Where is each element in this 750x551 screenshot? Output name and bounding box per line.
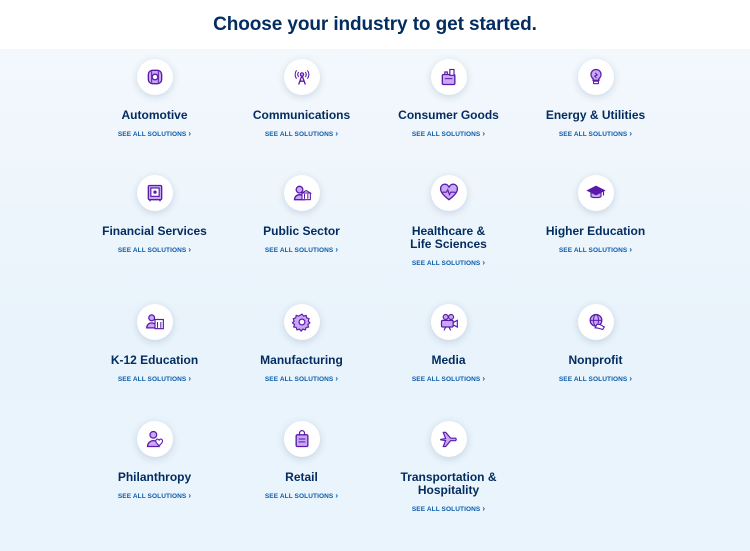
see-all-solutions-link[interactable]: SEE ALL SOLUTIONS › [118, 129, 191, 138]
industry-name: Higher Education [545, 224, 646, 238]
see-all-solutions-link[interactable]: SEE ALL SOLUTIONS › [118, 491, 191, 500]
industry-tile-communications[interactable]: Communications SEE ALL SOLUTIONS › [228, 59, 375, 141]
industry-name: Financial Services [102, 224, 207, 238]
chevron-right-icon: › [188, 129, 192, 138]
chevron-right-icon: › [482, 374, 486, 383]
industry-tile-energy-utilities[interactable]: Energy & Utilities SEE ALL SOLUTIONS › [522, 59, 669, 141]
link-label: SEE ALL SOLUTIONS [264, 247, 334, 254]
link-label: SEE ALL SOLUTIONS [411, 506, 481, 513]
link-label: SEE ALL SOLUTIONS [558, 247, 628, 254]
industry-name: Public Sector [263, 224, 340, 238]
industry-grid: Automotive SEE ALL SOLUTIONS › Communicat… [0, 49, 750, 551]
industry-tile-financial-services[interactable]: Financial Services SEE ALL SOLUTIONS › [81, 175, 228, 257]
chevron-right-icon: › [335, 129, 339, 138]
chevron-right-icon: › [629, 245, 633, 254]
see-all-solutions-link[interactable]: SEE ALL SOLUTIONS › [118, 374, 191, 383]
see-all-solutions-link[interactable]: SEE ALL SOLUTIONS › [559, 374, 632, 383]
chevron-right-icon: › [482, 129, 486, 138]
see-all-solutions-link[interactable]: SEE ALL SOLUTIONS › [559, 129, 632, 138]
gear-icon [283, 304, 320, 340]
graduation-cap-icon [577, 175, 614, 211]
link-label: SEE ALL SOLUTIONS [264, 131, 334, 138]
see-all-solutions-link[interactable]: SEE ALL SOLUTIONS › [265, 374, 338, 383]
see-all-solutions-link[interactable]: SEE ALL SOLUTIONS › [559, 245, 632, 254]
grocery-bag-icon [430, 59, 467, 95]
industry-tile-healthcare-life-sciences[interactable]: Healthcare & Life Sciences SEE ALL SOLUT… [375, 175, 522, 270]
see-all-solutions-link[interactable]: SEE ALL SOLUTIONS › [265, 491, 338, 500]
industry-name: Consumer Goods [398, 108, 499, 122]
person-heart-icon [136, 421, 173, 457]
chevron-right-icon: › [188, 374, 192, 383]
industry-name: Energy & Utilities [545, 108, 646, 122]
lightbulb-icon [577, 59, 614, 95]
link-label: SEE ALL SOLUTIONS [117, 247, 187, 254]
tire-icon [136, 59, 173, 95]
chevron-right-icon: › [482, 258, 486, 267]
antenna-icon [283, 59, 320, 95]
see-all-solutions-link[interactable]: SEE ALL SOLUTIONS › [412, 374, 485, 383]
industry-name: Nonprofit [568, 353, 623, 367]
link-label: SEE ALL SOLUTIONS [117, 131, 187, 138]
industry-name: Philanthropy [117, 470, 192, 484]
chevron-right-icon: › [629, 129, 633, 138]
industry-name: Automotive [121, 108, 188, 122]
industry-tile-nonprofit[interactable]: Nonprofit SEE ALL SOLUTIONS › [522, 304, 669, 386]
link-label: SEE ALL SOLUTIONS [264, 493, 334, 500]
school-icon [136, 304, 173, 340]
chevron-right-icon: › [188, 491, 192, 500]
chevron-right-icon: › [335, 374, 339, 383]
see-all-solutions-link[interactable]: SEE ALL SOLUTIONS › [412, 258, 485, 267]
see-all-solutions-link[interactable]: SEE ALL SOLUTIONS › [412, 504, 485, 513]
industry-tile-manufacturing[interactable]: Manufacturing SEE ALL SOLUTIONS › [228, 304, 375, 386]
industry-name: Retail [285, 470, 318, 484]
industry-tile-automotive[interactable]: Automotive SEE ALL SOLUTIONS › [81, 59, 228, 141]
industry-tile-consumer-goods[interactable]: Consumer Goods SEE ALL SOLUTIONS › [375, 59, 522, 141]
industry-name: Manufacturing [260, 353, 343, 367]
safe-icon [136, 175, 173, 211]
chevron-right-icon: › [629, 374, 633, 383]
see-all-solutions-link[interactable]: SEE ALL SOLUTIONS › [118, 245, 191, 254]
see-all-solutions-link[interactable]: SEE ALL SOLUTIONS › [265, 129, 338, 138]
chevron-right-icon: › [188, 245, 192, 254]
chevron-right-icon: › [335, 491, 339, 500]
link-label: SEE ALL SOLUTIONS [411, 260, 481, 267]
link-label: SEE ALL SOLUTIONS [264, 376, 334, 383]
government-building-icon [283, 175, 320, 211]
industry-tile-transportation-hospitality[interactable]: Transportation & Hospitality SEE ALL SOL… [375, 421, 522, 516]
chevron-right-icon: › [335, 245, 339, 254]
shopping-bag-icon [283, 421, 320, 457]
industry-tile-media[interactable]: Media SEE ALL SOLUTIONS › [375, 304, 522, 386]
link-label: SEE ALL SOLUTIONS [558, 131, 628, 138]
heart-pulse-icon [430, 175, 467, 211]
industry-name: Transportation & Hospitality [400, 470, 497, 497]
industry-name: Communications [252, 108, 351, 122]
industry-tile-higher-education[interactable]: Higher Education SEE ALL SOLUTIONS › [522, 175, 669, 257]
see-all-solutions-link[interactable]: SEE ALL SOLUTIONS › [412, 129, 485, 138]
industry-selector-page: Choose your industry to get started. Aut… [0, 0, 750, 551]
link-label: SEE ALL SOLUTIONS [117, 493, 187, 500]
industry-tile-retail[interactable]: Retail SEE ALL SOLUTIONS › [228, 421, 375, 503]
link-label: SEE ALL SOLUTIONS [411, 131, 481, 138]
video-camera-icon [430, 304, 467, 340]
see-all-solutions-link[interactable]: SEE ALL SOLUTIONS › [265, 245, 338, 254]
page-title: Choose your industry to get started. [213, 14, 537, 35]
industry-tile-philanthropy[interactable]: Philanthropy SEE ALL SOLUTIONS › [81, 421, 228, 503]
globe-hands-icon [577, 304, 614, 340]
airplane-icon [430, 421, 467, 457]
chevron-right-icon: › [482, 504, 486, 513]
industry-name: Media [431, 353, 466, 367]
industry-name: K-12 Education [110, 353, 199, 367]
industry-tile-k12-education[interactable]: K-12 Education SEE ALL SOLUTIONS › [81, 304, 228, 386]
link-label: SEE ALL SOLUTIONS [117, 376, 187, 383]
industry-tile-public-sector[interactable]: Public Sector SEE ALL SOLUTIONS › [228, 175, 375, 257]
industry-name: Healthcare & Life Sciences [410, 224, 487, 251]
link-label: SEE ALL SOLUTIONS [411, 376, 481, 383]
link-label: SEE ALL SOLUTIONS [558, 376, 628, 383]
